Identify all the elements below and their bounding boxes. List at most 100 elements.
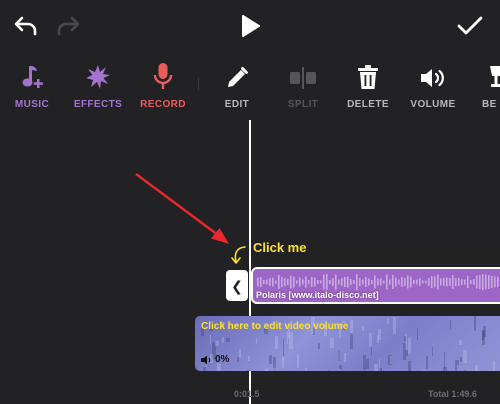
- thumbnail-texture: [215, 341, 219, 346]
- waveform-bar: [419, 278, 421, 286]
- thumbnail-texture: [237, 357, 239, 362]
- waveform-bar: [344, 277, 346, 287]
- thumbnail-texture: [330, 338, 334, 348]
- thumbnail-texture: [350, 320, 353, 335]
- waveform-bar: [446, 277, 448, 287]
- play-button[interactable]: [232, 8, 268, 44]
- volume-label: VOLUME: [410, 99, 456, 110]
- thumbnail-texture: [455, 360, 457, 371]
- thumbnail-texture: [248, 356, 250, 361]
- audio-clip[interactable]: Polaris [www.italo-disco.net]: [251, 267, 500, 304]
- callout-text: Click me: [253, 240, 307, 255]
- waveform-bar: [374, 275, 376, 289]
- curved-arrow-icon: [231, 246, 246, 264]
- waveform-bar: [383, 280, 385, 284]
- waveform-bar: [263, 280, 265, 284]
- thumbnail-texture: [282, 357, 284, 368]
- split-button[interactable]: SPLIT: [268, 62, 338, 118]
- split-icon: [290, 67, 316, 89]
- thumbnail-texture: [369, 333, 372, 347]
- waveform-bar: [335, 274, 337, 290]
- video-volume-indicator: 0%: [201, 354, 229, 365]
- microphone-icon: [153, 63, 173, 89]
- thumbnail-texture: [474, 316, 476, 331]
- waveform-bar: [281, 277, 283, 287]
- delete-label: DELETE: [347, 99, 389, 110]
- volume-button[interactable]: VOLUME: [398, 62, 468, 118]
- audio-trim-handle[interactable]: ❮: [226, 270, 248, 301]
- waveform-bar: [488, 275, 490, 289]
- waveform-bar: [494, 276, 496, 288]
- waveform-bar: [437, 274, 439, 290]
- waveform-bar: [401, 277, 403, 287]
- record-label: RECORD: [140, 99, 186, 110]
- thumbnail-texture: [443, 367, 447, 371]
- waveform-bar: [410, 276, 412, 288]
- top-bar: [0, 0, 500, 50]
- thumbnail-texture: [444, 352, 445, 369]
- waveform-bar: [476, 275, 478, 289]
- thumbnail-texture: [283, 339, 284, 356]
- checkmark-icon: [457, 16, 483, 35]
- thumbnail-texture: [239, 349, 241, 358]
- waveform-bar: [491, 276, 493, 288]
- thumbnail-texture: [374, 364, 378, 371]
- waveform-bar: [326, 274, 328, 290]
- waveform-bar: [308, 280, 310, 284]
- effects-button[interactable]: EFFECTS: [63, 62, 133, 118]
- waveform-bar: [323, 274, 325, 290]
- music-label: MUSIC: [14, 99, 50, 110]
- waveform-bar: [302, 279, 304, 285]
- thumbnail-texture: [460, 357, 462, 362]
- video-volume-hint: Click here to edit video volume: [201, 321, 349, 332]
- waveform-bar: [455, 278, 457, 286]
- waveform-bar: [386, 274, 388, 290]
- waveform-bar: [272, 277, 274, 287]
- waveform-bar: [443, 278, 445, 286]
- thumbnail-texture: [328, 370, 329, 371]
- total-time: Total 1:49.6: [428, 389, 477, 399]
- waveform-bar: [338, 279, 340, 285]
- waveform-bar: [428, 278, 430, 286]
- thumbnail-texture: [408, 361, 411, 371]
- waveform-bar: [269, 278, 271, 286]
- beat-button[interactable]: BE: [462, 62, 500, 118]
- redo-button[interactable]: [50, 8, 86, 44]
- thumbnail-texture: [344, 353, 346, 362]
- waveform-bar: [317, 280, 319, 284]
- waveform-bar: [371, 280, 373, 284]
- thumbnail-texture: [289, 332, 293, 349]
- waveform-bar: [350, 279, 352, 285]
- thumbnail-texture: [366, 359, 369, 369]
- edit-label: EDIT: [224, 99, 250, 110]
- waveform-bar: [266, 279, 268, 285]
- edit-button[interactable]: EDIT: [202, 62, 272, 118]
- waveform-bar: [461, 279, 463, 285]
- waveform-bar: [479, 275, 481, 289]
- thumbnail-texture: [379, 359, 380, 371]
- beat-icon: [490, 66, 500, 87]
- thumbnail-texture: [219, 364, 221, 371]
- waveform-bar: [413, 280, 415, 284]
- thumbnail-texture: [275, 336, 278, 349]
- music-note-plus-icon: [22, 66, 43, 88]
- pencil-icon: [228, 67, 248, 87]
- record-button[interactable]: RECORD: [128, 62, 198, 118]
- video-volume-value: 0%: [215, 354, 230, 365]
- thumbnail-texture: [350, 333, 353, 349]
- waveform-bar: [404, 278, 406, 286]
- delete-button[interactable]: DELETE: [333, 62, 403, 118]
- music-button[interactable]: MUSIC: [0, 62, 67, 118]
- thumbnail-texture: [423, 370, 425, 371]
- done-button[interactable]: [452, 8, 488, 44]
- thumbnail-texture: [287, 331, 288, 344]
- toolbar-divider: [198, 78, 199, 90]
- redo-icon: [57, 16, 80, 36]
- undo-button[interactable]: [8, 8, 44, 44]
- thumbnail-texture: [457, 360, 459, 365]
- waveform-bar: [389, 279, 391, 285]
- waveform-bar: [353, 280, 355, 284]
- waveform-bar: [356, 274, 358, 290]
- video-clip[interactable]: Click here to edit video volume 0%: [195, 316, 500, 371]
- audio-waveform: [257, 274, 499, 290]
